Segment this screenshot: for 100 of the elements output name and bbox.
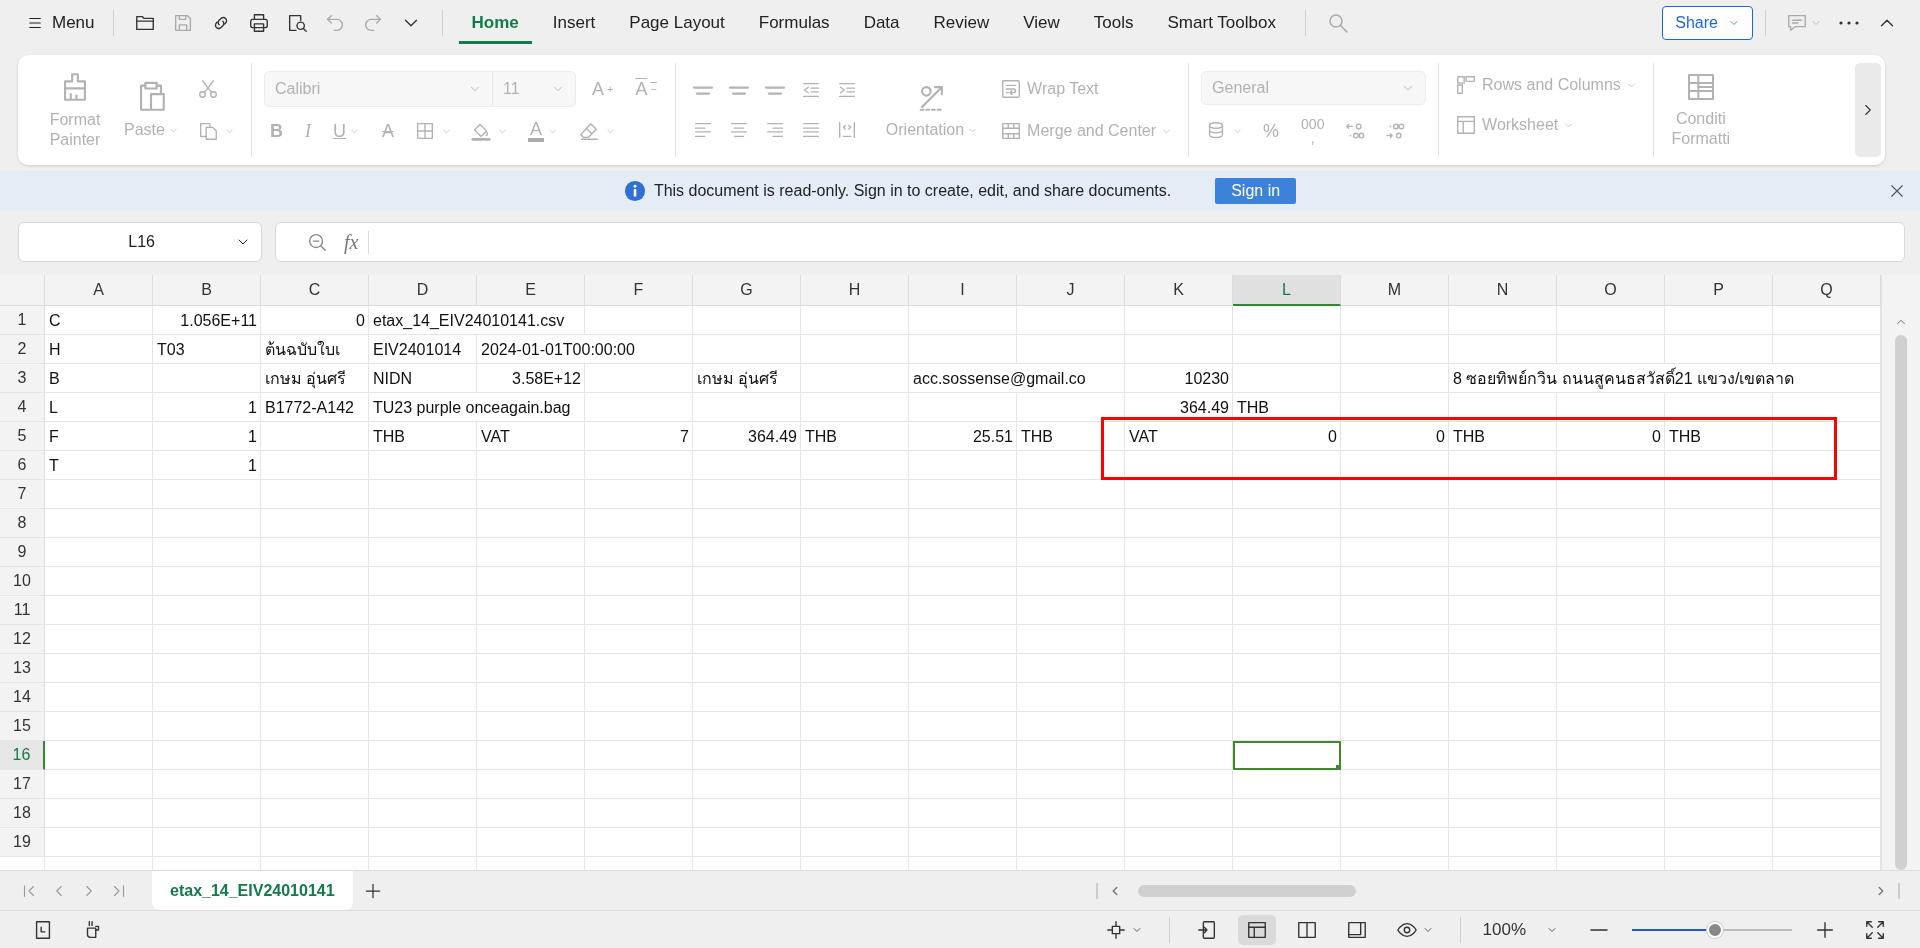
column-header[interactable]: E	[477, 275, 585, 306]
zoom-level-button[interactable]: 100%	[1482, 919, 1558, 940]
column-header[interactable]: N	[1449, 275, 1557, 306]
row-header[interactable]: 8	[0, 509, 45, 538]
column-header[interactable]: L	[1233, 275, 1341, 306]
magnifier-icon	[306, 231, 328, 253]
row-header[interactable]: 9	[0, 538, 45, 567]
row-header[interactable]: 18	[0, 799, 45, 828]
column-header[interactable]: G	[693, 275, 801, 306]
table-cell-text: เกษม อุ่นศรี	[264, 369, 348, 391]
row-header[interactable]: 10	[0, 567, 45, 596]
name-box[interactable]: L16	[18, 222, 262, 262]
horizontal-scrollbar[interactable]	[1096, 882, 1900, 899]
function-button[interactable]: fx	[344, 230, 370, 254]
align-bottom-icon	[763, 85, 786, 95]
menu-tab[interactable]: Insert	[539, 2, 609, 44]
row-header[interactable]: 2	[0, 335, 45, 364]
table-cell-text: 0	[1435, 427, 1446, 447]
tablet-icon	[1195, 918, 1218, 941]
menu-tab[interactable]: Data	[850, 2, 913, 44]
table-cell-text: F	[48, 427, 60, 447]
column-header[interactable]: I	[909, 275, 1017, 306]
more-icon	[1838, 21, 1860, 25]
wrap-text-icon	[1000, 78, 1023, 100]
row-header[interactable]: 14	[0, 683, 45, 712]
select-all-button[interactable]	[0, 275, 45, 306]
table-cell-text: 10230	[1183, 369, 1230, 389]
grid-view-button[interactable]	[1237, 914, 1276, 945]
menu-tab[interactable]: Home	[458, 2, 532, 44]
row-header[interactable]: 19	[0, 828, 45, 857]
row-header[interactable]: 3	[0, 364, 45, 393]
row-header[interactable]: 7	[0, 480, 45, 509]
rows-columns-icon	[1455, 74, 1478, 96]
menu-tab[interactable]: Review	[920, 2, 1003, 44]
column-header[interactable]: A	[45, 275, 153, 306]
worksheet-icon	[1455, 114, 1478, 136]
menu-tab[interactable]: Tools	[1080, 2, 1147, 44]
row-header[interactable]: 12	[0, 625, 45, 654]
formula-field[interactable]: fx	[275, 222, 1905, 262]
row-header[interactable]: 11	[0, 596, 45, 625]
notice-message: This document is read-only. Sign in to create, edit, and share documents.	[653, 182, 1172, 200]
menu-button[interactable]: Menu	[20, 9, 101, 37]
row-header[interactable]: 15	[0, 712, 45, 741]
row-header[interactable]: 13	[0, 654, 45, 683]
close-icon	[1888, 182, 1906, 200]
menu-tab[interactable]: Page Layout	[616, 2, 738, 44]
table-cell-text: THB	[804, 427, 838, 447]
table-cell-text: VAT	[1128, 427, 1159, 447]
column-header[interactable]: F	[585, 275, 693, 306]
column-header[interactable]: O	[1557, 275, 1665, 306]
table-cell-text: 0	[1651, 427, 1662, 447]
table-cell-text: VAT	[480, 427, 511, 447]
vertical-scrollbar[interactable]	[1881, 275, 1920, 870]
row-header[interactable]: 16	[0, 741, 45, 770]
share-button[interactable]: Share	[1662, 6, 1753, 40]
column-header[interactable]: J	[1017, 275, 1125, 306]
column-header[interactable]: Q	[1773, 275, 1881, 306]
table-cell-text: 1	[247, 427, 258, 447]
align-middle-icon	[727, 85, 750, 95]
align-top-icon	[691, 85, 714, 95]
scissors-icon	[196, 78, 219, 100]
column-header[interactable]: H	[801, 275, 909, 306]
table-cell-text: 0	[355, 311, 366, 331]
print-icon	[247, 12, 270, 34]
row-header[interactable]: 6	[0, 451, 45, 480]
slider-thumb[interactable]	[1707, 921, 1724, 938]
column-header[interactable]: K	[1125, 275, 1233, 306]
sheet-tab[interactable]: etax_14_EIV24010141	[152, 871, 353, 910]
zoom-out-icon	[1588, 928, 1610, 931]
cell-cursor[interactable]	[1233, 741, 1341, 770]
scrollbar-thumb[interactable]	[1138, 884, 1356, 897]
merge-cells-icon	[1000, 120, 1023, 142]
comment-icon	[1786, 12, 1808, 34]
table-cell-text: L	[48, 398, 59, 418]
menu-tab[interactable]: Smart Toolbox	[1154, 2, 1289, 44]
table-cell-text: THB	[1236, 398, 1270, 418]
info-icon	[623, 180, 646, 202]
column-header[interactable]: M	[1341, 275, 1449, 306]
scrollbar-thumb[interactable]	[1895, 335, 1907, 870]
fill-handle[interactable]	[1336, 765, 1341, 770]
column-header[interactable]: D	[369, 275, 477, 306]
column-header[interactable]: B	[153, 275, 261, 306]
row-header[interactable]: 4	[0, 393, 45, 422]
row-header[interactable]: 1	[0, 306, 45, 335]
row-header[interactable]: 5	[0, 422, 45, 451]
table-cell-text: 364.49	[747, 427, 798, 447]
column-header[interactable]: P	[1665, 275, 1773, 306]
table-cell-text: NIDN	[372, 369, 414, 389]
close-button[interactable]	[1888, 182, 1906, 200]
table-cell-text: 364.49	[1179, 398, 1230, 418]
column-header[interactable]: C	[261, 275, 369, 306]
row-header[interactable]: 17	[0, 770, 45, 799]
menu-tab[interactable]: Formulas	[745, 2, 843, 44]
table-cell-text: EIV2401014	[372, 340, 463, 360]
table-cell-text: THB	[372, 427, 406, 447]
table-cell-text: 1	[247, 398, 258, 418]
table-cell-text: B	[48, 369, 61, 389]
sign-in-button[interactable]: Sign in	[1215, 178, 1297, 204]
menu-tab[interactable]: View	[1010, 2, 1073, 44]
move-icon	[1104, 918, 1127, 941]
